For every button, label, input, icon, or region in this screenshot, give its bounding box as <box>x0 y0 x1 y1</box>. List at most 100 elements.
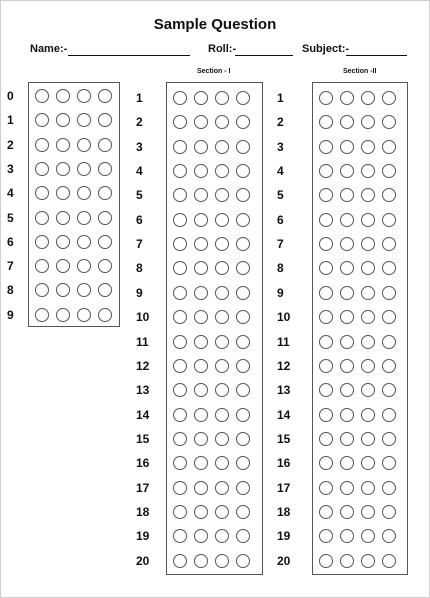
section-1-question-bubble[interactable] <box>236 139 250 154</box>
section-1-question-bubble[interactable] <box>194 285 208 300</box>
section-2-question-bubble[interactable] <box>382 334 396 349</box>
section-1-question-bubble[interactable] <box>194 334 208 349</box>
section-2-question-bubble[interactable] <box>340 91 354 105</box>
section-1-question-bubble[interactable] <box>173 212 187 227</box>
section-1-question-bubble[interactable] <box>215 91 229 105</box>
section-1-question-bubble[interactable] <box>236 358 250 373</box>
section-2-question-bubble[interactable] <box>382 504 396 519</box>
section-1-question-bubble[interactable] <box>173 91 187 105</box>
section-1-question-bubble[interactable] <box>215 480 229 495</box>
section-2-question-bubble[interactable] <box>361 212 375 227</box>
section-1-question-bubble[interactable] <box>215 285 229 300</box>
roll-digit-bubble[interactable] <box>35 210 49 225</box>
section-2-question-bubble[interactable] <box>319 407 333 422</box>
section-2-question-bubble[interactable] <box>382 431 396 446</box>
roll-digit-bubble[interactable] <box>98 161 112 176</box>
section-2-question-bubble[interactable] <box>382 553 396 568</box>
section-2-question-bubble[interactable] <box>361 480 375 495</box>
roll-digit-bubble[interactable] <box>35 307 49 322</box>
section-2-question-bubble[interactable] <box>319 334 333 349</box>
roll-digit-bubble[interactable] <box>35 259 49 274</box>
section-2-question-bubble[interactable] <box>340 358 354 373</box>
section-2-question-bubble[interactable] <box>361 553 375 568</box>
section-1-question-bubble[interactable] <box>215 358 229 373</box>
section-2-question-bubble[interactable] <box>361 334 375 349</box>
section-2-question-bubble[interactable] <box>340 553 354 568</box>
section-2-question-bubble[interactable] <box>382 407 396 422</box>
section-2-question-bubble[interactable] <box>319 285 333 300</box>
roll-digit-bubble[interactable] <box>98 89 112 103</box>
roll-digit-bubble[interactable] <box>56 137 70 152</box>
roll-digit-bubble[interactable] <box>77 234 91 249</box>
section-1-question-bubble[interactable] <box>215 164 229 179</box>
section-1-question-bubble[interactable] <box>173 237 187 252</box>
section-2-question-bubble[interactable] <box>319 504 333 519</box>
section-2-question-bubble[interactable] <box>361 139 375 154</box>
section-1-question-bubble[interactable] <box>173 431 187 446</box>
section-2-question-bubble[interactable] <box>319 139 333 154</box>
section-1-question-bubble[interactable] <box>215 553 229 568</box>
section-1-question-bubble[interactable] <box>173 407 187 422</box>
section-1-question-bubble[interactable] <box>215 407 229 422</box>
section-2-question-bubble[interactable] <box>340 431 354 446</box>
name-field[interactable] <box>68 55 190 56</box>
section-1-question-bubble[interactable] <box>173 334 187 349</box>
roll-digit-bubble[interactable] <box>98 259 112 274</box>
section-2-question-bubble[interactable] <box>361 407 375 422</box>
section-2-question-bubble[interactable] <box>382 164 396 179</box>
section-1-question-bubble[interactable] <box>173 504 187 519</box>
section-1-question-bubble[interactable] <box>215 237 229 252</box>
roll-digit-bubble[interactable] <box>98 307 112 322</box>
roll-digit-bubble[interactable] <box>56 234 70 249</box>
roll-digit-bubble[interactable] <box>77 259 91 274</box>
section-1-question-bubble[interactable] <box>194 212 208 227</box>
section-1-question-bubble[interactable] <box>215 212 229 227</box>
section-2-question-bubble[interactable] <box>340 164 354 179</box>
section-2-question-bubble[interactable] <box>382 358 396 373</box>
roll-digit-bubble[interactable] <box>77 307 91 322</box>
section-2-question-bubble[interactable] <box>382 237 396 252</box>
section-1-question-bubble[interactable] <box>236 407 250 422</box>
section-1-question-bubble[interactable] <box>173 285 187 300</box>
section-1-question-bubble[interactable] <box>236 504 250 519</box>
section-1-question-bubble[interactable] <box>236 553 250 568</box>
section-2-question-bubble[interactable] <box>319 480 333 495</box>
section-2-question-bubble[interactable] <box>361 237 375 252</box>
section-2-question-bubble[interactable] <box>382 91 396 105</box>
section-1-question-bubble[interactable] <box>194 407 208 422</box>
section-2-question-bubble[interactable] <box>340 407 354 422</box>
section-1-question-bubble[interactable] <box>194 553 208 568</box>
section-2-question-bubble[interactable] <box>382 139 396 154</box>
section-1-question-bubble[interactable] <box>236 91 250 105</box>
roll-digit-bubble[interactable] <box>77 210 91 225</box>
roll-field[interactable] <box>235 55 293 56</box>
roll-digit-bubble[interactable] <box>35 137 49 152</box>
section-1-question-bubble[interactable] <box>173 358 187 373</box>
section-2-question-bubble[interactable] <box>340 480 354 495</box>
section-2-question-bubble[interactable] <box>361 504 375 519</box>
section-2-question-bubble[interactable] <box>382 285 396 300</box>
section-2-question-bubble[interactable] <box>319 164 333 179</box>
section-1-question-bubble[interactable] <box>173 480 187 495</box>
section-2-question-bubble[interactable] <box>340 212 354 227</box>
section-1-question-bubble[interactable] <box>194 480 208 495</box>
roll-digit-bubble[interactable] <box>35 234 49 249</box>
roll-digit-bubble[interactable] <box>56 307 70 322</box>
section-2-question-bubble[interactable] <box>361 431 375 446</box>
section-1-question-bubble[interactable] <box>236 237 250 252</box>
section-2-question-bubble[interactable] <box>340 139 354 154</box>
roll-digit-bubble[interactable] <box>56 259 70 274</box>
section-2-question-bubble[interactable] <box>319 431 333 446</box>
subject-field[interactable] <box>346 55 407 56</box>
section-2-question-bubble[interactable] <box>361 164 375 179</box>
roll-digit-bubble[interactable] <box>35 89 49 103</box>
roll-digit-bubble[interactable] <box>98 234 112 249</box>
section-1-question-bubble[interactable] <box>236 431 250 446</box>
section-1-question-bubble[interactable] <box>173 553 187 568</box>
section-1-question-bubble[interactable] <box>194 504 208 519</box>
section-1-question-bubble[interactable] <box>215 504 229 519</box>
section-2-question-bubble[interactable] <box>340 237 354 252</box>
section-1-question-bubble[interactable] <box>194 237 208 252</box>
section-2-question-bubble[interactable] <box>319 212 333 227</box>
section-2-question-bubble[interactable] <box>319 553 333 568</box>
